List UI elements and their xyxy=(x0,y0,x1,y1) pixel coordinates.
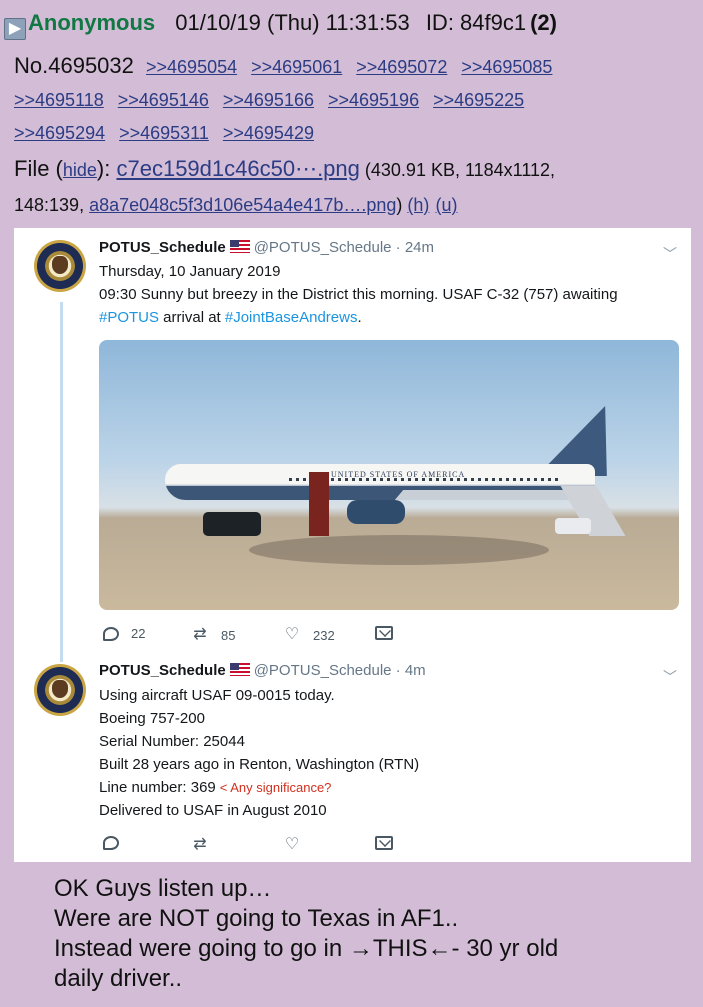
original-file-name-link[interactable]: a8a7e048c5f3d106e54a4e417b….png xyxy=(89,195,396,215)
reply-count: 22 xyxy=(131,626,146,641)
reply-link[interactable]: >>4695225 xyxy=(433,90,524,110)
comment-line: Instead were going to go in →THIS←- 30 y… xyxy=(54,935,559,962)
tweet-handle: @POTUS_Schedule · 24m xyxy=(253,239,435,256)
hashtag-link[interactable]: #POTUS xyxy=(99,309,159,326)
reply-link[interactable]: >>4695072 xyxy=(356,57,447,77)
hide-file-link[interactable]: hide xyxy=(63,160,97,180)
post-menu-arrow-icon[interactable]: ▶ xyxy=(4,18,26,40)
tweet-line: Thursday, 10 January 2019 xyxy=(99,263,281,280)
post-datetime: 01/10/19 (Thu) 11:31:53 xyxy=(175,10,410,35)
reply-link[interactable]: >>4695061 xyxy=(251,57,342,77)
comment-line: daily driver.. xyxy=(54,965,183,992)
comment-line: Were are NOT going to Texas in AF1.. xyxy=(54,905,459,932)
tweet-line: Built 28 years ago in Renton, Washington… xyxy=(99,756,420,773)
like-button[interactable]: ♡ 232 xyxy=(283,626,335,644)
poster-id[interactable]: ID: 84f9c1 xyxy=(426,10,526,35)
hashtag-link[interactable]: #JointBaseAndrews xyxy=(225,309,358,326)
reply-link[interactable]: >>4695429 xyxy=(223,123,314,143)
h-link[interactable]: (h) xyxy=(407,195,429,215)
reply-icon xyxy=(103,626,119,641)
reply-button[interactable] xyxy=(103,836,131,850)
tweet-line: #POTUS arrival at #JointBaseAndrews. xyxy=(99,309,362,326)
us-flag-icon xyxy=(229,240,250,253)
poster-post-count: (2) xyxy=(530,10,557,35)
avatar-seal-icon[interactable] xyxy=(34,664,86,716)
mail-icon xyxy=(375,836,393,850)
file-label: File ( xyxy=(14,156,63,181)
file-info: File (hide): c7ec159d1c46c50⋯.png (430.9… xyxy=(14,152,694,222)
heart-icon: ♡ xyxy=(284,626,300,643)
reply-button[interactable]: 22 xyxy=(103,626,145,641)
comment-line: OK Guys listen up… xyxy=(54,875,272,902)
avatar-seal-icon[interactable] xyxy=(34,240,86,292)
tweet-line: Serial Number: 25044 xyxy=(99,733,245,750)
tweet-line: Delivered to USAF in August 2010 xyxy=(99,802,327,819)
tweet-text: Using aircraft USAF 09-0015 today. Boein… xyxy=(99,684,669,822)
reply-link[interactable]: >>4695085 xyxy=(461,57,552,77)
file-ratio: 148:139, xyxy=(14,195,90,215)
retweet-icon: ⇄ xyxy=(193,626,207,643)
tweet-author-name: POTUS_Schedule xyxy=(99,662,226,679)
post-comment: OK Guys listen up… Were are NOT going to… xyxy=(54,874,694,994)
tweet-actions: ⇄ ♡ xyxy=(99,836,399,858)
retweet-icon: ⇄ xyxy=(193,836,207,853)
file-meta: (430.91 KB, 1184x1112, xyxy=(359,160,556,180)
tweet-line: 09:30 Sunny but breezy in the District t… xyxy=(99,286,618,303)
retweet-button[interactable]: ⇄ xyxy=(191,836,221,854)
poster-name: Anonymous xyxy=(28,10,156,35)
u-link[interactable]: (u) xyxy=(436,195,458,215)
tweet-line: Using aircraft USAF 09-0015 today. xyxy=(99,687,335,704)
reply-link[interactable]: >>4695196 xyxy=(328,90,419,110)
like-count: 232 xyxy=(313,627,335,643)
chevron-down-icon[interactable]: ﹀ xyxy=(663,667,677,685)
tweet-author[interactable]: POTUS_Schedule @POTUS_Schedule · 4m xyxy=(99,662,426,679)
heart-icon: ♡ xyxy=(284,836,300,853)
reply-link[interactable]: >>4695054 xyxy=(146,57,237,77)
reply-link[interactable]: >>4695146 xyxy=(118,90,209,110)
post-header: ▶ Anonymous 01/10/19 (Thu) 11:31:53 ID: 8… xyxy=(4,10,699,40)
tweet-text: Thursday, 10 January 2019 09:30 Sunny bu… xyxy=(99,260,669,329)
annotation-note: < Any significance? xyxy=(219,780,332,795)
tweet-actions: 22 ⇄ 85 ♡ 232 xyxy=(99,626,399,648)
tweet-screenshot[interactable]: POTUS_Schedule @POTUS_Schedule · 24m ﹀ Th… xyxy=(14,228,691,862)
retweet-count: 85 xyxy=(221,627,236,643)
thread-line xyxy=(60,302,63,662)
tweet-author-name: POTUS_Schedule xyxy=(99,239,226,256)
tweet-photo[interactable]: UNITED STATES OF AMERICA xyxy=(99,340,679,610)
post-number[interactable]: No.4695032 xyxy=(14,53,134,78)
like-button[interactable]: ♡ xyxy=(283,836,313,854)
reply-icon xyxy=(103,836,119,850)
reply-link[interactable]: >>4695294 xyxy=(14,123,105,143)
file-meta-close: ) xyxy=(396,195,408,215)
tweet-line: Boeing 757-200 xyxy=(99,710,205,727)
tweet-line: Line number: 369 < Any significance? xyxy=(99,779,332,796)
chevron-down-icon[interactable]: ﹀ xyxy=(663,244,677,262)
message-button[interactable] xyxy=(375,836,405,850)
tweet-handle: @POTUS_Schedule · 4m xyxy=(253,662,426,679)
reply-link[interactable]: >>4695118 xyxy=(14,90,104,110)
message-button[interactable] xyxy=(375,626,405,640)
post-number-line: No.4695032 >>4695054 >>4695061 >>4695072 >>… xyxy=(14,50,694,149)
tweet-author[interactable]: POTUS_Schedule @POTUS_Schedule · 24m xyxy=(99,239,434,256)
reply-link[interactable]: >>4695166 xyxy=(223,90,314,110)
aircraft-livery-text: UNITED STATES OF AMERICA xyxy=(331,470,465,479)
mail-icon xyxy=(375,626,393,640)
file-label-close: ): xyxy=(96,156,117,181)
reply-link[interactable]: >>4695311 xyxy=(119,123,209,143)
us-flag-icon xyxy=(229,663,250,676)
aircraft-livery: UNITED STATES OF AMERICA xyxy=(331,470,465,479)
retweet-button[interactable]: ⇄ 85 xyxy=(191,626,235,644)
file-name-link[interactable]: c7ec159d1c46c50⋯.png xyxy=(116,156,359,181)
